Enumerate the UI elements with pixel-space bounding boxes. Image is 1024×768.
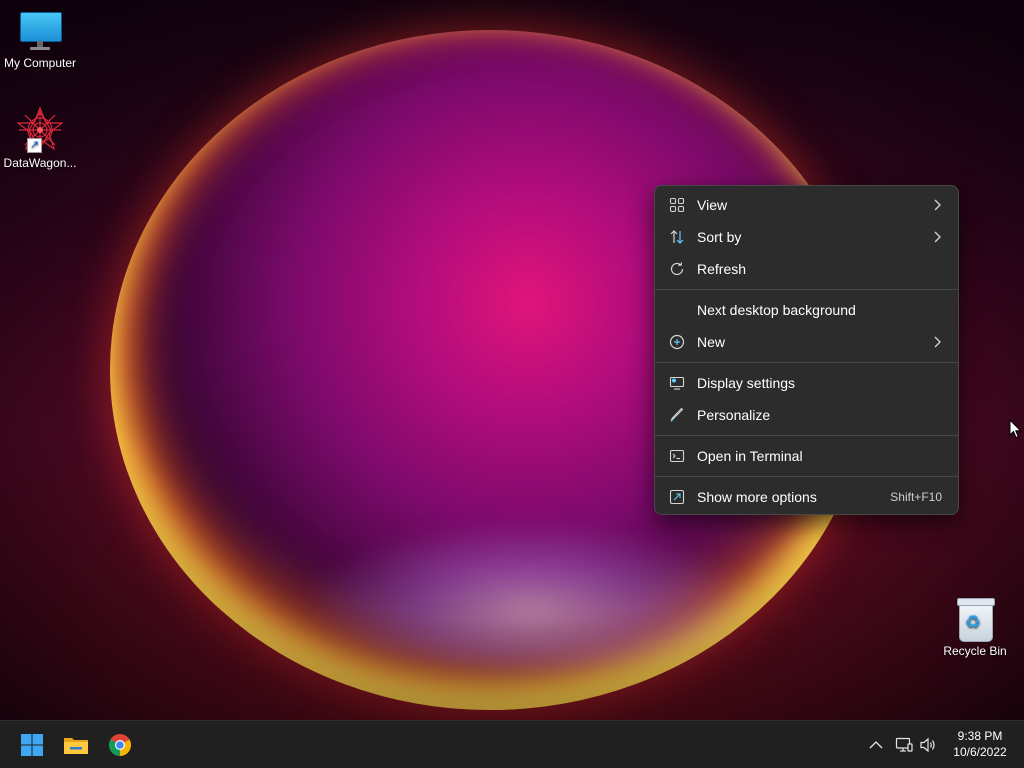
display-icon <box>669 375 685 391</box>
show-hidden-icons-button[interactable] <box>866 735 886 755</box>
menu-item-refresh[interactable]: Refresh <box>659 254 954 284</box>
menu-item-label: Next desktop background <box>697 302 856 318</box>
chrome-icon <box>109 734 131 756</box>
chevron-right-icon <box>932 198 942 212</box>
menu-item-display-settings[interactable]: Display settings <box>659 368 954 398</box>
desktop-icon-datawagon[interactable]: ↗ DataWagon... <box>0 106 80 170</box>
volume-tray-button[interactable] <box>918 735 938 755</box>
clock-time: 9:38 PM <box>957 729 1003 743</box>
menu-item-label: Sort by <box>697 229 742 245</box>
menu-item-show-more-options[interactable]: Show more options Shift+F10 <box>659 482 954 512</box>
desktop-icon-recycle-bin[interactable]: ♻ Recycle Bin <box>935 596 1015 658</box>
chrome-button[interactable] <box>104 729 136 761</box>
terminal-icon <box>669 448 685 464</box>
folder-icon <box>64 738 88 754</box>
keyboard-shortcut: Shift+F10 <box>890 490 942 504</box>
shortcut-arrow-icon: ↗ <box>27 138 42 153</box>
taskbar-clock[interactable]: 9:38 PM 10/6/2022 <box>946 728 1014 760</box>
chevron-up-icon <box>869 741 883 749</box>
menu-separator <box>655 362 958 363</box>
menu-item-label: Open in Terminal <box>697 448 803 464</box>
expand-icon <box>669 489 685 505</box>
menu-item-view[interactable]: View <box>659 190 954 220</box>
mouse-cursor-icon <box>1009 418 1023 439</box>
menu-item-label: Display settings <box>697 375 796 391</box>
chevron-right-icon <box>932 335 942 349</box>
refresh-icon <box>669 261 685 277</box>
menu-item-new[interactable]: New <box>659 327 954 357</box>
desktop-context-menu: View Sort by Refresh Next desktop backgr… <box>654 185 959 515</box>
chevron-right-icon <box>932 230 942 244</box>
menu-item-label: New <box>697 334 726 350</box>
desktop-icon-my-computer[interactable]: My Computer <box>0 10 80 70</box>
grid-icon <box>669 197 685 213</box>
start-button[interactable] <box>16 729 48 761</box>
menu-item-open-in-terminal[interactable]: Open in Terminal <box>659 441 954 471</box>
menu-item-next-desktop-background[interactable]: Next desktop background <box>659 295 954 325</box>
file-explorer-button[interactable] <box>60 729 92 761</box>
sort-arrows-icon <box>669 229 685 245</box>
recycle-bin-icon: ♻ <box>956 596 995 642</box>
menu-item-label: Refresh <box>697 261 747 277</box>
network-icon <box>895 737 913 752</box>
menu-separator <box>655 289 958 290</box>
menu-item-label: Show more options <box>697 489 817 505</box>
menu-separator <box>655 476 958 477</box>
menu-item-label: Personalize <box>697 407 771 423</box>
menu-separator <box>655 435 958 436</box>
plus-circle-icon <box>669 334 685 350</box>
desktop-icon-label: Recycle Bin <box>943 644 1007 658</box>
menu-item-sort-by[interactable]: Sort by <box>659 222 954 252</box>
pen-icon <box>669 407 685 423</box>
windows-start-icon <box>21 734 43 756</box>
volume-icon <box>920 737 935 753</box>
desktop-icon-label: DataWagon... <box>3 156 77 170</box>
clock-date: 10/6/2022 <box>953 745 1007 759</box>
menu-item-personalize[interactable]: Personalize <box>659 400 954 430</box>
computer-icon <box>18 10 62 54</box>
taskbar: 9:38 PM 10/6/2022 <box>0 720 1024 768</box>
network-tray-button[interactable] <box>894 735 914 755</box>
datawagon-logo-icon: ↗ <box>15 106 65 154</box>
menu-item-label: View <box>697 197 728 213</box>
desktop-icon-label: My Computer <box>3 56 77 70</box>
